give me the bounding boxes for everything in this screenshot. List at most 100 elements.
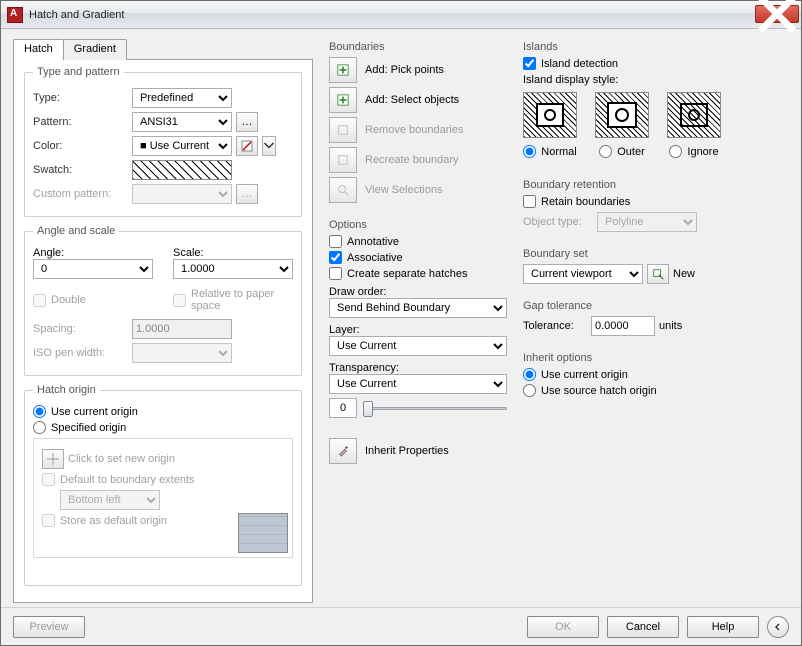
title-gap-tolerance: Gap tolerance: [523, 300, 789, 312]
title-options: Options: [329, 219, 507, 231]
title-boundary-set: Boundary set: [523, 248, 789, 260]
label-default-extents: Default to boundary extents: [60, 474, 195, 486]
label-new-boundary-set: New: [673, 268, 695, 280]
check-separate-hatches[interactable]: [329, 267, 342, 280]
nocolor-icon: [241, 140, 253, 152]
label-associative: Associative: [347, 252, 403, 264]
radio-inherit-current-origin[interactable]: [523, 368, 536, 381]
select-type[interactable]: Predefined: [132, 88, 232, 108]
label-inherit-current-origin: Use current origin: [541, 369, 628, 381]
radio-inherit-source-origin[interactable]: [523, 384, 536, 397]
island-style-ignore-img[interactable]: [667, 92, 721, 138]
radio-specified-origin[interactable]: [33, 421, 46, 434]
pick-points-button[interactable]: [329, 57, 357, 83]
cancel-button[interactable]: Cancel: [607, 616, 679, 638]
select-boundary-set[interactable]: Current viewport: [523, 264, 643, 284]
label-use-current-origin: Use current origin: [51, 406, 138, 418]
chevron-left-icon: [773, 622, 783, 632]
plus-icon: [337, 64, 349, 76]
label-inherit-source-origin: Use source hatch origin: [541, 385, 657, 397]
island-style-normal-img[interactable]: [523, 92, 577, 138]
label-specified-origin: Specified origin: [51, 422, 126, 434]
select-transparency[interactable]: Use Current: [329, 374, 507, 394]
column-middle: Boundaries Add: Pick points Add: Select …: [329, 39, 507, 603]
label-retain-boundaries: Retain boundaries: [541, 196, 630, 208]
check-island-detection[interactable]: [523, 57, 536, 70]
window-title: Hatch and Gradient: [29, 9, 755, 21]
label-island-outer: Outer: [617, 146, 645, 158]
radio-island-ignore[interactable]: [669, 145, 682, 158]
inherit-properties-button[interactable]: [329, 438, 357, 464]
tab-gradient[interactable]: Gradient: [63, 39, 127, 60]
tab-hatch[interactable]: Hatch: [13, 39, 64, 60]
radio-island-normal[interactable]: [523, 145, 536, 158]
label-annotative: Annotative: [347, 236, 399, 248]
label-select-objects: Add: Select objects: [365, 94, 459, 106]
select-angle[interactable]: 0: [33, 259, 153, 279]
label-object-type: Object type:: [523, 216, 593, 228]
check-retain-boundaries[interactable]: [523, 195, 536, 208]
input-tolerance[interactable]: [591, 316, 655, 336]
chevron-down-icon: [263, 140, 275, 152]
select-scale[interactable]: 1.0000: [173, 259, 293, 279]
recreate-boundary-button: [329, 147, 357, 173]
label-click-new-origin: Click to set new origin: [68, 453, 175, 465]
legend-hatch-origin: Hatch origin: [33, 384, 100, 396]
radio-use-current-origin[interactable]: [33, 405, 46, 418]
label-island-ignore: Ignore: [687, 146, 718, 158]
title-inherit-options: Inherit options: [523, 352, 789, 364]
group-angle-scale: Angle and scale Angle: 0 Scale: 1.0000 D…: [24, 225, 302, 376]
specified-origin-subgroup: Click to set new origin Default to bound…: [33, 438, 293, 558]
title-islands: Islands: [523, 41, 789, 53]
expand-collapse-button[interactable]: [767, 616, 789, 638]
label-custom-pattern: Custom pattern:: [33, 188, 128, 200]
radio-island-outer[interactable]: [599, 145, 612, 158]
input-spacing: [132, 319, 232, 339]
label-pick-points: Add: Pick points: [365, 64, 444, 76]
title-boundary-retention: Boundary retention: [523, 179, 789, 191]
check-associative[interactable]: [329, 251, 342, 264]
group-hatch-origin: Hatch origin Use current origin Specifie…: [24, 384, 302, 586]
select-iso-pen: [132, 343, 232, 363]
transparency-slider[interactable]: [363, 399, 507, 417]
input-transparency-value[interactable]: [329, 398, 357, 418]
preview-button[interactable]: Preview: [13, 616, 85, 638]
help-button[interactable]: Help: [687, 616, 759, 638]
pattern-browse-button[interactable]: …: [236, 112, 258, 132]
label-pattern: Pattern:: [33, 116, 128, 128]
label-view-selections: View Selections: [365, 184, 442, 196]
bg-color-button[interactable]: [236, 136, 258, 156]
column-left: Hatch Gradient Type and pattern Type: Pr…: [13, 39, 313, 603]
legend-angle-scale: Angle and scale: [33, 225, 119, 237]
label-remove-boundaries: Remove boundaries: [365, 124, 463, 136]
select-draw-order[interactable]: Send Behind Boundary: [329, 298, 507, 318]
remove-boundaries-button: [329, 117, 357, 143]
select-objects-button[interactable]: [329, 87, 357, 113]
label-angle: Angle:: [33, 247, 153, 259]
eyedropper-icon: [337, 445, 349, 457]
select-layer[interactable]: Use Current: [329, 336, 507, 356]
remove-icon: [337, 124, 349, 136]
check-annotative[interactable]: [329, 235, 342, 248]
titlebar: Hatch and Gradient: [1, 1, 801, 29]
label-spacing: Spacing:: [33, 323, 128, 335]
check-relative: [173, 294, 186, 307]
label-color: Color:: [33, 140, 128, 152]
plus-arrow-icon: [337, 94, 349, 106]
ok-button[interactable]: OK: [527, 616, 599, 638]
tabstrip: Hatch Gradient: [13, 39, 313, 60]
crosshair-icon: [47, 453, 59, 465]
island-style-outer-img[interactable]: [595, 92, 649, 138]
group-type-pattern: Type and pattern Type: Predefined Patter…: [24, 66, 302, 217]
origin-preview: [238, 513, 288, 553]
close-button[interactable]: [755, 5, 799, 23]
new-boundary-set-button[interactable]: [647, 264, 669, 284]
swatch-preview[interactable]: [132, 160, 232, 180]
check-double: [33, 294, 46, 307]
select-color[interactable]: ■ Use Current: [132, 136, 232, 156]
dialog-body: Hatch Gradient Type and pattern Type: Pr…: [1, 29, 801, 607]
footer: Preview OK Cancel Help: [1, 607, 801, 645]
bg-color-dropdown[interactable]: [262, 136, 276, 156]
select-pattern[interactable]: ANSI31: [132, 112, 232, 132]
select-object-type: Polyline: [597, 212, 697, 232]
